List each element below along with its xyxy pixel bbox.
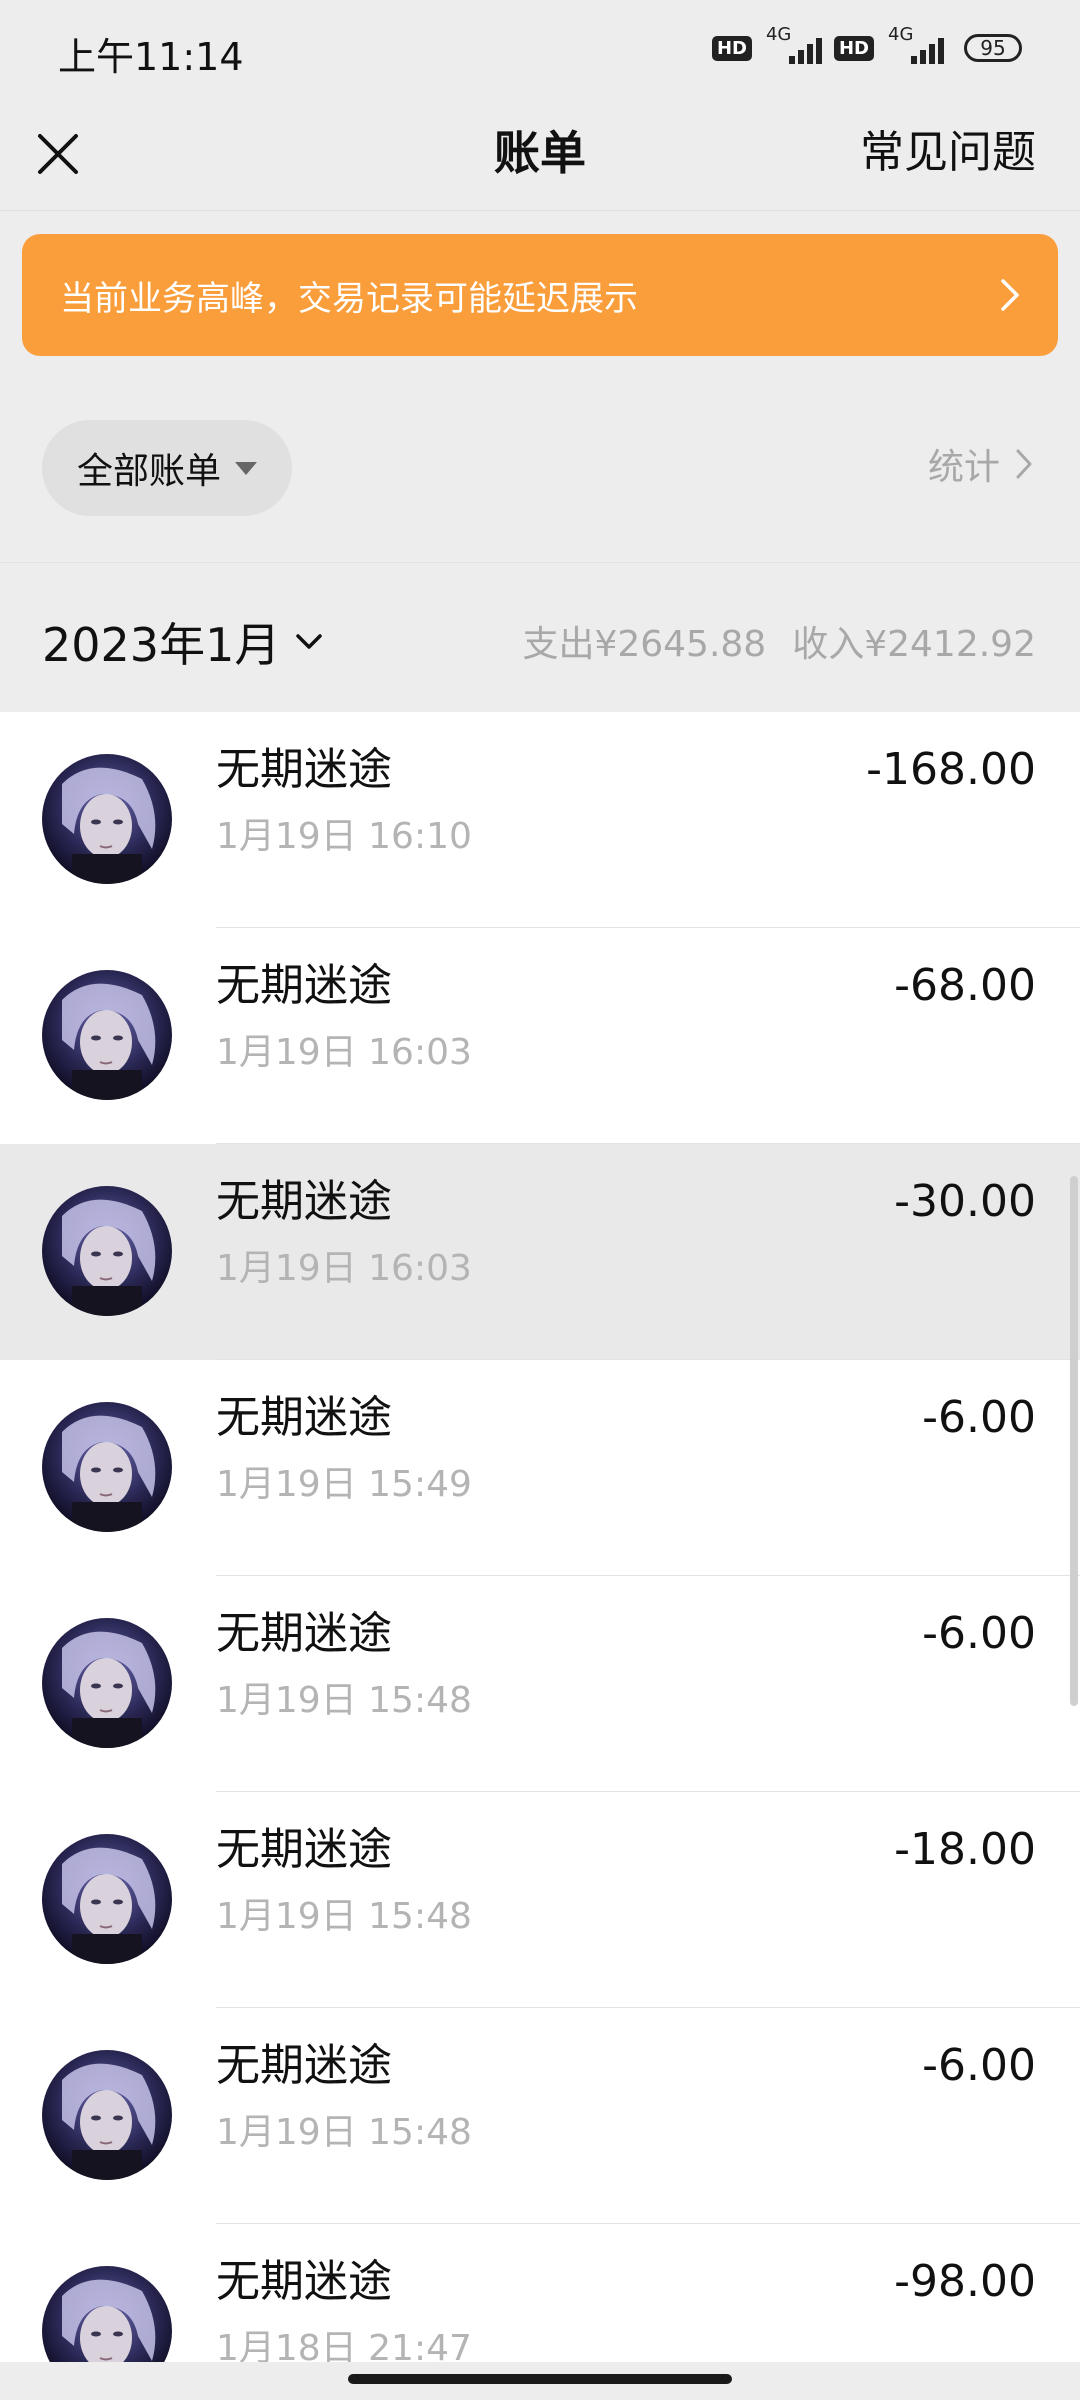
transaction-name: 无期迷途 [216, 1392, 392, 1443]
month-totals: 支出¥2645.88 收入¥2412.92 [522, 615, 1036, 667]
transaction-row[interactable]: 无期迷途 1月19日 16:03 -68.00 [0, 928, 1080, 1144]
transaction-name: 无期迷途 [216, 2256, 392, 2307]
hd-icon: HD [833, 35, 874, 61]
network-type-label: 4G [888, 24, 914, 45]
signal-icon: 4G [886, 24, 944, 66]
transaction-row[interactable]: 无期迷途 1月19日 15:48 -6.00 [0, 2008, 1080, 2224]
avatar [42, 2050, 172, 2180]
transaction-time: 1月19日 15:49 [216, 1464, 472, 1505]
caret-down-icon [235, 461, 257, 475]
nav-bar: 账单 常见问题 [0, 98, 1080, 211]
avatar [42, 1186, 172, 1316]
avatar [42, 1618, 172, 1748]
transaction-time: 1月19日 15:48 [216, 2112, 472, 2153]
transaction-row[interactable]: 无期迷途 1月19日 16:10 -168.00 [0, 712, 1080, 928]
chevron-down-icon [296, 634, 323, 649]
transaction-time: 1月19日 15:48 [216, 1896, 472, 1937]
chevron-right-icon [1016, 449, 1032, 479]
transaction-amount: -6.00 [922, 2040, 1036, 2091]
transaction-time: 1月18日 21:47 [216, 2328, 472, 2362]
home-indicator[interactable] [348, 2374, 732, 2384]
status-bar: 上午11:14 HD 4G HD 4G 95 [0, 0, 1080, 98]
transaction-amount: -168.00 [866, 744, 1036, 795]
battery-icon: 95 [964, 34, 1022, 62]
status-time: 上午11:14 [58, 35, 244, 79]
avatar [42, 970, 172, 1100]
transaction-time: 1月19日 16:03 [216, 1248, 472, 1289]
transaction-amount: -68.00 [894, 960, 1036, 1011]
hd-icon: HD [711, 35, 752, 61]
avatar [42, 1834, 172, 1964]
transaction-name: 无期迷途 [216, 744, 392, 795]
network-type-label: 4G [765, 24, 792, 45]
month-selector[interactable]: 2023年1月 [42, 609, 324, 675]
month-header: 2023年1月 支出¥2645.88 收入¥2412.92 [0, 562, 1080, 713]
transaction-row[interactable]: 无期迷途 1月19日 15:49 -6.00 [0, 1360, 1080, 1576]
faq-link[interactable]: 常见问题 [860, 116, 1036, 190]
transaction-name: 无期迷途 [216, 1824, 392, 1875]
avatar [42, 2266, 172, 2362]
status-icons: HD 4G HD 4G 95 [711, 24, 1022, 66]
transaction-amount: -18.00 [894, 1824, 1036, 1875]
transaction-time: 1月19日 15:48 [216, 1680, 472, 1721]
transaction-amount: -30.00 [894, 1176, 1036, 1227]
transaction-name: 无期迷途 [216, 2040, 392, 2091]
transaction-list: 无期迷途 1月19日 16:10 -168.00 无期迷途 1月19日 16:0… [0, 712, 1080, 2362]
transaction-name: 无期迷途 [216, 1608, 392, 1659]
scrollbar[interactable] [1070, 1176, 1078, 1706]
transaction-row[interactable]: 无期迷途 1月18日 21:47 -98.00 [0, 2224, 1080, 2362]
stats-link[interactable]: 统计 [928, 438, 1034, 490]
transaction-row[interactable]: 无期迷途 1月19日 15:48 -6.00 [0, 1576, 1080, 1792]
transaction-row[interactable]: 无期迷途 1月19日 15:48 -18.00 [0, 1792, 1080, 2008]
month-label: 2023年1月 [42, 618, 281, 672]
transaction-amount: -6.00 [922, 1608, 1036, 1659]
expense-total: 支出¥2645.88 [522, 624, 767, 665]
notice-banner[interactable]: 当前业务高峰，交易记录可能延迟展示 [22, 234, 1058, 356]
transaction-time: 1月19日 16:03 [216, 1032, 472, 1073]
filter-label: 全部账单 [76, 451, 221, 492]
stats-label: 统计 [927, 447, 1000, 488]
transaction-amount: -98.00 [894, 2256, 1036, 2307]
avatar [42, 1402, 172, 1532]
transaction-time: 1月19日 16:10 [216, 816, 472, 857]
transaction-amount: -6.00 [922, 1392, 1036, 1443]
notice-text: 当前业务高峰，交易记录可能延迟展示 [60, 278, 638, 319]
chevron-right-icon [1001, 279, 1019, 311]
transaction-name: 无期迷途 [216, 1176, 392, 1227]
transaction-row[interactable]: 无期迷途 1月19日 16:03 -30.00 [0, 1144, 1080, 1360]
avatar [42, 754, 172, 884]
transaction-name: 无期迷途 [216, 960, 392, 1011]
bill-filter-dropdown[interactable]: 全部账单 [42, 420, 292, 516]
income-total: 收入¥2412.92 [792, 624, 1036, 665]
signal-icon: 4G [764, 24, 822, 66]
